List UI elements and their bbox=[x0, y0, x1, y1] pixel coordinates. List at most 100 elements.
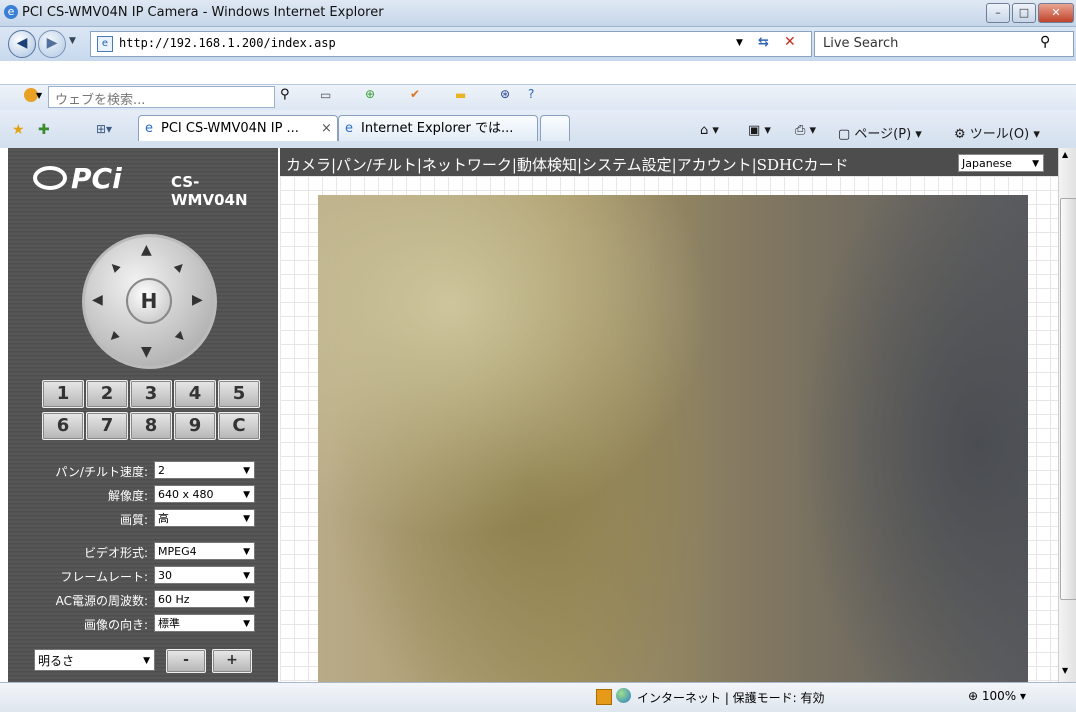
frame-rate-value: 30 bbox=[158, 569, 172, 582]
preset-5-button[interactable]: 5 bbox=[218, 380, 260, 408]
preset-1-button[interactable]: 1 bbox=[42, 380, 84, 408]
print-icon[interactable]: ⎙ ▾ bbox=[795, 123, 816, 138]
ac-frequency-select[interactable]: 60 Hz ▼ bbox=[154, 590, 255, 608]
zoom-icon: ⊕ bbox=[968, 689, 979, 703]
tab-ie-icon: e bbox=[145, 121, 153, 136]
popup-blocker-icon[interactable] bbox=[596, 689, 612, 705]
close-window-button[interactable]: ✕ bbox=[1038, 3, 1074, 23]
tools-menu[interactable]: ⚙ ツール(O) ▾ bbox=[954, 123, 1040, 142]
refresh-icon[interactable]: ⇆ bbox=[758, 35, 769, 50]
preset-6-button[interactable]: 6 bbox=[42, 412, 84, 440]
scrollbar-thumb[interactable] bbox=[1060, 198, 1076, 600]
logo-mark-icon bbox=[33, 166, 67, 190]
quality-label: 画質: bbox=[119, 513, 148, 527]
camera-menu[interactable]: カメラ|パン/チルト|ネットワーク|動体検知|システム設定|アカウント|SDHC… bbox=[286, 154, 849, 175]
ptz-home-button[interactable]: H bbox=[126, 278, 172, 324]
toolbar-mail-icon[interactable]: ▭ bbox=[320, 88, 331, 102]
ac-frequency-label: AC電源の周波数: bbox=[55, 594, 148, 608]
toolbar-plus-icon[interactable]: ⊕ bbox=[365, 87, 375, 101]
web-search-placeholder: ウェブを検索... bbox=[55, 93, 146, 108]
chevron-down-icon: ▼ bbox=[1032, 159, 1039, 169]
decrease-button[interactable]: - bbox=[166, 649, 206, 673]
tab-ie-label: Internet Explorer では... bbox=[361, 121, 514, 136]
address-bar[interactable]: e http://192.168.1.200/index.asp ▼ ⇆ ✕ bbox=[90, 31, 812, 57]
page-menu[interactable]: ▢ ページ(P) ▾ bbox=[838, 123, 922, 142]
resolution-select[interactable]: 640 x 480 ▼ bbox=[154, 485, 255, 503]
pan-tilt-speed-label: パン/チルト速度: bbox=[55, 465, 148, 479]
tab-row: ★ ✚ ⊞▾ e PCI CS-WMV04N IP ... × e Intern… bbox=[0, 110, 1076, 149]
ptz-pad: ▲ ▼ ◀ ▶ ▲ ▲ ▼ ▼ H bbox=[82, 234, 217, 369]
back-button[interactable]: ◀ bbox=[8, 30, 36, 58]
chevron-down-icon: ▼ bbox=[243, 466, 250, 476]
stop-icon[interactable]: ✕ bbox=[784, 34, 796, 50]
page-icon: e bbox=[97, 36, 113, 52]
forward-button[interactable]: ▶ bbox=[38, 30, 66, 58]
orientation-select[interactable]: 標準 ▼ bbox=[154, 614, 255, 632]
pci-logo: PCi CS-WMV04N bbox=[33, 162, 273, 209]
preset-9-button[interactable]: 9 bbox=[174, 412, 216, 440]
window-title: PCI CS-WMV04N IP Camera - Windows Intern… bbox=[22, 5, 384, 20]
control-panel: PCi CS-WMV04N ▲ ▼ ◀ ▶ ▲ ▲ ▼ ▼ H 1 2 3 4 … bbox=[8, 148, 278, 682]
tab-ie2-icon: e bbox=[345, 121, 353, 136]
status-bar: インターネット | 保護モード: 有効 ⊕ 100% ▾ bbox=[0, 682, 1076, 712]
adjust-select[interactable]: 明るさ ▼ bbox=[34, 649, 155, 671]
pan-down-button[interactable]: ▼ bbox=[141, 344, 152, 360]
quality-select[interactable]: 高 ▼ bbox=[154, 509, 255, 527]
chevron-down-icon: ▼ bbox=[243, 490, 250, 500]
increase-button[interactable]: + bbox=[212, 649, 252, 673]
scroll-down-icon[interactable]: ▼ bbox=[1062, 666, 1068, 675]
vertical-scrollbar[interactable]: ▲ ▼ bbox=[1058, 148, 1076, 682]
toolbar-dropdown-icon[interactable]: ▼ bbox=[36, 91, 42, 100]
preset-7-button[interactable]: 7 bbox=[86, 412, 128, 440]
tab-ie[interactable]: e Internet Explorer では... bbox=[338, 115, 538, 141]
language-value: Japanese bbox=[962, 157, 1012, 170]
minimize-button[interactable]: – bbox=[986, 3, 1010, 23]
quality-value: 高 bbox=[158, 512, 169, 525]
feeds-icon[interactable]: ▣ ▾ bbox=[748, 123, 771, 138]
toolbar-info-icon[interactable]: ⊛ bbox=[500, 87, 510, 101]
toolbar-check-icon[interactable]: ✔ bbox=[410, 87, 420, 101]
preset-clear-button[interactable]: C bbox=[218, 412, 260, 440]
tab-close-icon[interactable]: × bbox=[321, 116, 332, 141]
video-format-value: MPEG4 bbox=[158, 545, 197, 558]
video-format-select[interactable]: MPEG4 ▼ bbox=[154, 542, 255, 560]
pan-left-button[interactable]: ◀ bbox=[92, 292, 103, 308]
history-dropdown-icon[interactable]: ▼ bbox=[69, 36, 76, 46]
tools-menu-label: ツール(O) bbox=[969, 127, 1030, 142]
home-icon[interactable]: ⌂ ▾ bbox=[700, 123, 719, 138]
tab-camera-label: PCI CS-WMV04N IP ... bbox=[161, 121, 299, 136]
page-menu-label: ページ(P) bbox=[854, 127, 912, 142]
chevron-down-icon: ▼ bbox=[243, 619, 250, 629]
quick-tabs-icon[interactable]: ⊞▾ bbox=[96, 122, 112, 136]
zoom-level[interactable]: ⊕ 100% ▾ bbox=[968, 689, 1026, 703]
scroll-up-icon[interactable]: ▲ bbox=[1062, 150, 1068, 159]
security-zone-text[interactable]: インターネット | 保護モード: 有効 bbox=[637, 689, 825, 706]
frame-rate-select[interactable]: 30 ▼ bbox=[154, 566, 255, 584]
pan-right-button[interactable]: ▶ bbox=[192, 292, 203, 308]
maximize-button[interactable]: □ bbox=[1012, 3, 1036, 23]
camera-video-feed[interactable] bbox=[318, 195, 1028, 682]
preset-8-button[interactable]: 8 bbox=[130, 412, 172, 440]
new-tab-button[interactable] bbox=[540, 115, 570, 141]
address-dropdown-icon[interactable]: ▼ bbox=[736, 38, 743, 48]
toolbar-search-icon[interactable]: ⚲ bbox=[280, 87, 290, 102]
zoom-value: 100% bbox=[981, 689, 1017, 703]
web-search-input[interactable]: ウェブを検索... bbox=[48, 86, 275, 108]
chevron-down-icon: ▼ bbox=[243, 547, 250, 557]
add-favorites-icon[interactable]: ✚ bbox=[38, 122, 50, 138]
globe-icon bbox=[616, 688, 631, 703]
preset-4-button[interactable]: 4 bbox=[174, 380, 216, 408]
search-icon[interactable]: ⚲ bbox=[1040, 34, 1050, 50]
address-url[interactable]: http://192.168.1.200/index.asp bbox=[119, 36, 336, 50]
toolbar-folder-icon[interactable]: ▬ bbox=[455, 88, 466, 102]
preset-2-button[interactable]: 2 bbox=[86, 380, 128, 408]
toolbar-help-icon[interactable]: ? bbox=[528, 87, 534, 101]
chevron-down-icon: ▼ bbox=[143, 656, 150, 666]
pan-up-button[interactable]: ▲ bbox=[141, 242, 152, 258]
live-search-input[interactable]: Live Search ⚲ bbox=[814, 31, 1074, 57]
language-select[interactable]: Japanese ▼ bbox=[958, 154, 1044, 172]
preset-3-button[interactable]: 3 bbox=[130, 380, 172, 408]
pan-tilt-speed-select[interactable]: 2 ▼ bbox=[154, 461, 255, 479]
favorites-star-icon[interactable]: ★ bbox=[12, 122, 25, 138]
tab-camera[interactable]: e PCI CS-WMV04N IP ... × bbox=[138, 115, 338, 141]
